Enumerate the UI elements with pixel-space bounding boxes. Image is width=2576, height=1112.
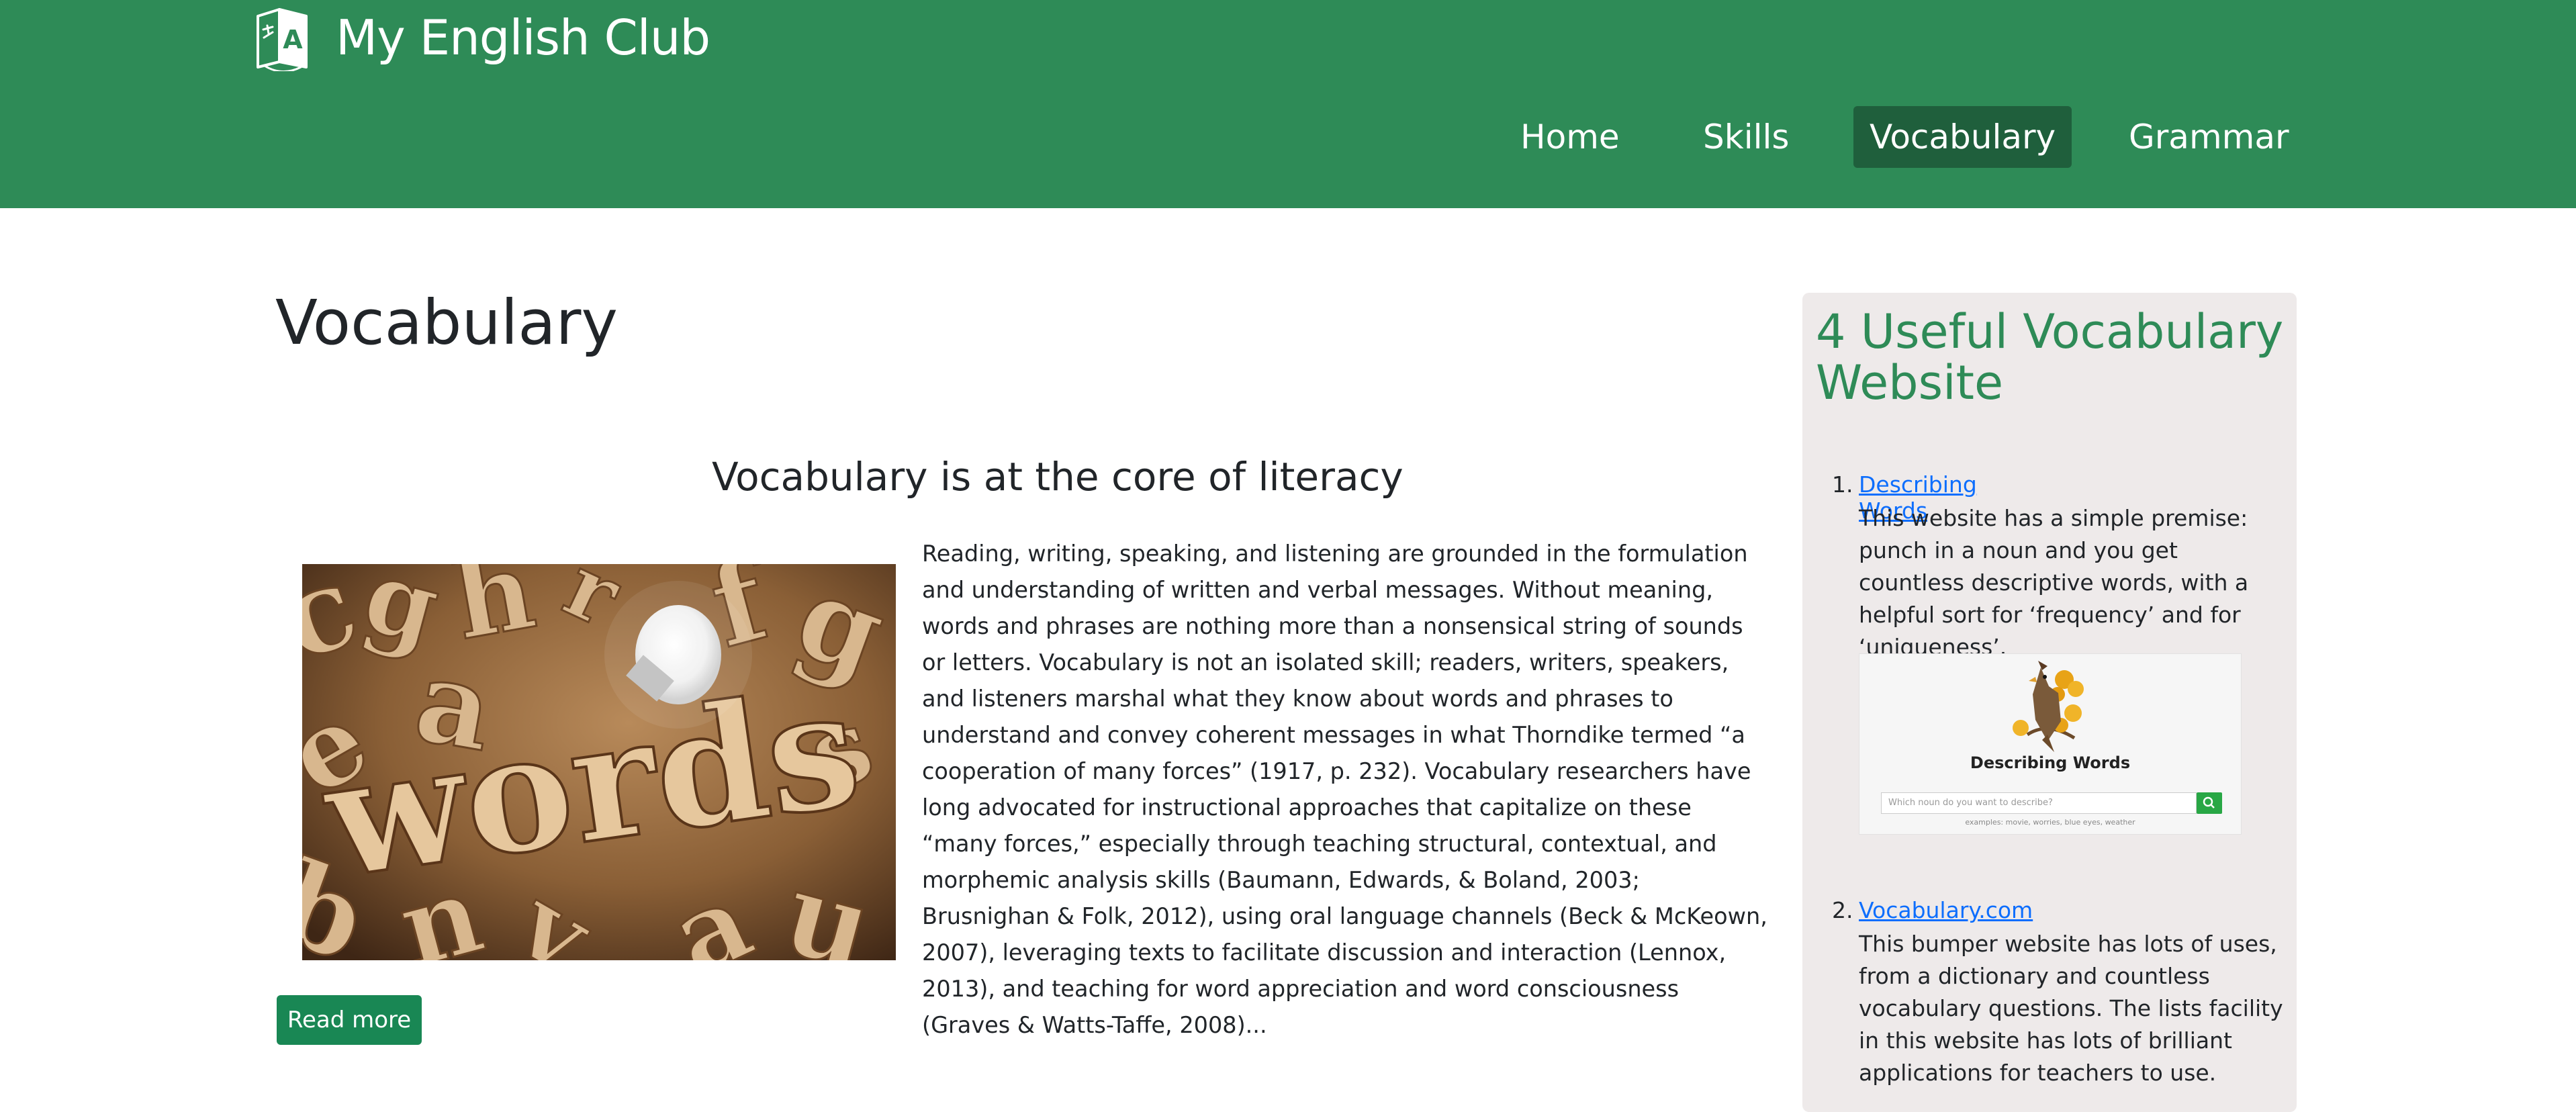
- sidebar-title: 4 Useful Vocabulary Website: [1816, 304, 2284, 410]
- link-vocabulary-com[interactable]: Vocabulary.com: [1859, 897, 2033, 923]
- page-title: Vocabulary: [275, 287, 618, 359]
- brand-name: My English Club: [336, 9, 710, 66]
- main-nav: Home Skills Vocabulary Grammar: [0, 106, 2576, 171]
- list-number: 1.: [1832, 471, 1853, 498]
- article-image-words: c g h r f g e a s b n v a u words: [302, 564, 896, 960]
- thumbnail-search-input: Which noun do you want to describe?: [1881, 792, 2197, 814]
- svg-text:A: A: [283, 25, 303, 54]
- sidebar: 4 Useful Vocabulary Website 1. Describin…: [1802, 293, 2297, 1112]
- describing-words-description: This website has a simple premise: punch…: [1859, 505, 2249, 660]
- vocabulary-com-description: This bumper website has lots of uses, fr…: [1859, 931, 2283, 1086]
- article-body: Reading, writing, speaking, and listenin…: [922, 541, 1767, 1038]
- thumbnail-examples: examples: movie, worries, blue eyes, wea…: [1965, 818, 2135, 827]
- describing-words-thumbnail[interactable]: Describing Words Which noun do you want …: [1859, 653, 2242, 835]
- list-number: 2.: [1832, 897, 1853, 923]
- nav-skills[interactable]: Skills: [1687, 106, 1805, 168]
- site-header: A My English Club Home Skills Vocabulary…: [0, 0, 2576, 208]
- nav-grammar[interactable]: Grammar: [2113, 106, 2305, 168]
- nav-home[interactable]: Home: [1504, 106, 1636, 168]
- read-more-button[interactable]: Read more: [277, 995, 422, 1045]
- thumbnail-search-icon: [2197, 792, 2222, 814]
- brand-link[interactable]: A My English Club: [252, 4, 710, 71]
- nav-vocabulary[interactable]: Vocabulary: [1853, 106, 2072, 168]
- words-letters-illustration: c g h r f g e a s b n v a u words: [302, 564, 896, 960]
- book-language-icon: A: [257, 8, 308, 71]
- thumbnail-title: Describing Words: [1970, 753, 2131, 772]
- bird-on-branch-icon: [2013, 661, 2084, 752]
- article-title: Vocabulary is at the core of literacy: [712, 454, 1404, 500]
